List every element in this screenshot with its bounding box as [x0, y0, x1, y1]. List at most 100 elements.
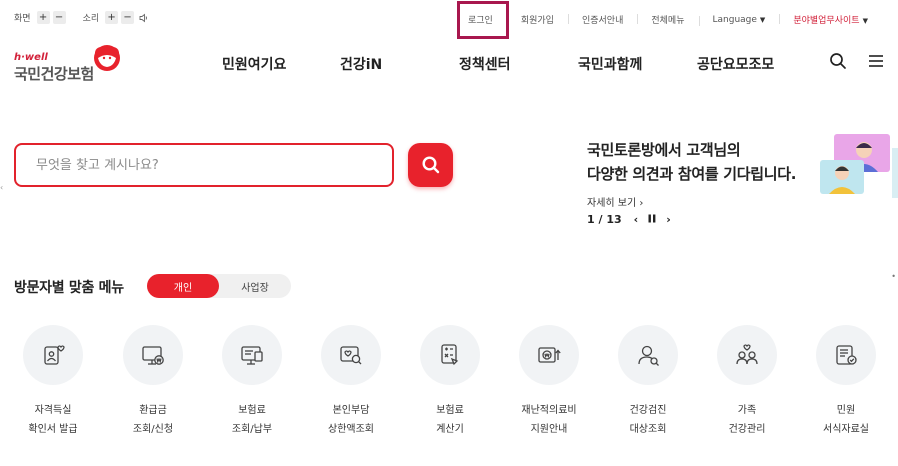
related-sites-dropdown[interactable]: 분야별업무사이트 ▼	[779, 13, 882, 26]
tab-business[interactable]: 사업장	[219, 274, 291, 298]
banner-page-indicator: 1 / 13	[587, 213, 622, 226]
menu-icon-circle	[717, 325, 777, 385]
search-icon	[421, 156, 439, 174]
screen-zoom-out-button[interactable]: −	[52, 11, 66, 24]
sitemap-link[interactable]: 전체메뉴	[637, 13, 698, 26]
form-check-icon	[836, 345, 857, 365]
menu-label-line2: 상한액조회	[328, 424, 374, 435]
certificate-heart-icon	[44, 345, 65, 365]
menu-label-line1: 재난적의료비	[521, 405, 577, 416]
nav-item-with-citizens[interactable]: 국민과함께	[578, 54, 642, 74]
menu-item-catastrophic-medical[interactable]: 재난적의료비 지원안내	[504, 325, 594, 439]
menu-item-premium-calculator[interactable]: 보험료 계산기	[405, 325, 495, 439]
menu-label: 환급금 조회/신청	[133, 401, 173, 439]
menu-icon-circle	[420, 325, 480, 385]
family-heart-icon	[736, 344, 758, 365]
banner-title-line2: 다양한 의견과 참여를 기다립니다.	[587, 165, 797, 183]
menu-label-line2: 계산기	[436, 424, 464, 435]
related-sites-label: 분야별업무사이트	[793, 16, 860, 26]
menu-label: 민원 서식자료실	[823, 401, 869, 439]
signup-link[interactable]: 회원가입	[506, 13, 568, 26]
caret-down-icon: ▼	[759, 15, 766, 24]
tab-individual[interactable]: 개인	[147, 274, 219, 298]
logo-mark-icon	[94, 45, 120, 71]
banner-more-label: 자세히 보기	[587, 198, 637, 209]
banner-more-link[interactable]: 자세히 보기 ›	[587, 194, 643, 209]
menu-label-line2: 대상조회	[629, 424, 667, 435]
language-dropdown[interactable]: Language ▼	[698, 14, 780, 26]
menu-label: 보험료 계산기	[436, 401, 464, 439]
sound-down-button[interactable]: −	[121, 11, 135, 24]
right-edge-marker: •	[891, 272, 896, 281]
banner-pager: 1 / 13 ‹ ›	[587, 213, 681, 226]
screen-zoom-control: 화면 + −	[14, 11, 69, 24]
banner-pause-button[interactable]	[648, 213, 656, 226]
certificate-guide-link[interactable]: 인증서안내	[567, 13, 637, 26]
menu-label-line2: 건강관리	[728, 424, 766, 435]
banner-next-button[interactable]: ›	[666, 213, 671, 226]
menu-item-qualification-certificate[interactable]: 자격득실 확인서 발급	[8, 325, 98, 439]
sound-volume-control: 소리 + −	[83, 11, 151, 24]
language-label: Language	[712, 14, 757, 25]
menu-label-line1: 가족	[737, 405, 757, 416]
search-icon[interactable]	[829, 52, 847, 70]
banner-prev-button[interactable]: ‹	[634, 213, 639, 226]
utility-links: 로그인 회원가입 인증서안내 전체메뉴 Language ▼ 분야별업무사이트 ▼	[448, 13, 892, 26]
menu-item-health-checkup[interactable]: 건강검진 대상조회	[603, 325, 693, 439]
screen-zoom-in-button[interactable]: +	[36, 11, 50, 24]
menu-label: 가족 건강관리	[729, 401, 766, 439]
search-heart-icon	[340, 346, 362, 365]
menu-icon-circle	[23, 325, 83, 385]
nav-item-about[interactable]: 공단요모조모	[697, 54, 774, 74]
menu-label-line2: 조회/신청	[132, 424, 174, 435]
custom-menu-title: 방문자별 맞춤 메뉴	[14, 280, 124, 296]
menu-label-line1: 환급금	[139, 405, 167, 416]
menu-icon-circle	[321, 325, 381, 385]
menu-label-line1: 건강검진	[629, 405, 667, 416]
pause-icon	[648, 214, 656, 223]
monitor-document-icon	[241, 346, 263, 365]
menu-item-premium-payment[interactable]: 보험료 조회/납부	[207, 325, 297, 439]
logo-title: 국민건강보험	[14, 65, 94, 83]
nav-item-minwon[interactable]: 민원여기요	[222, 54, 286, 74]
menu-item-family-health[interactable]: 가족 건강관리	[702, 325, 792, 439]
menu-label: 보험료 조회/납부	[232, 401, 272, 439]
menu-label-line2: 서식자료실	[823, 424, 869, 435]
menu-label-line2: 조회/납부	[231, 424, 273, 435]
menu-label-line1: 본인부담	[332, 405, 370, 416]
nav-item-policy-center[interactable]: 정책센터	[459, 54, 511, 74]
menu-label-line1: 자격득실	[34, 405, 72, 416]
menu-label-line2: 확인서 발급	[28, 424, 78, 435]
sound-label: 소리	[82, 14, 100, 24]
screen-zoom-label: 화면	[14, 14, 31, 24]
menu-item-refund[interactable]: 환급금 조회/신청	[108, 325, 198, 439]
login-highlight-box	[457, 1, 509, 39]
menu-label: 재난적의료비 지원안내	[521, 401, 576, 439]
search-input[interactable]	[14, 143, 394, 187]
menu-label: 본인부담 상한액조회	[328, 401, 374, 439]
sound-up-button[interactable]: +	[105, 11, 119, 24]
search-button[interactable]	[408, 143, 453, 187]
nav-item-health-in[interactable]: 건강iN	[340, 54, 382, 74]
accessibility-controls: 화면 + − 소리 + −	[14, 11, 164, 24]
person-search-icon	[638, 345, 659, 366]
hamburger-menu-icon[interactable]	[867, 52, 885, 70]
menu-icon-circle	[222, 325, 282, 385]
left-edge-marker: ‹	[0, 183, 4, 192]
menu-label: 자격득실 확인서 발급	[28, 401, 77, 439]
banner-title[interactable]: 국민토론방에서 고객님의 다양한 의견과 참여를 기다립니다.	[587, 138, 796, 186]
visitor-type-toggle: 개인 사업장	[147, 274, 291, 298]
calculator-icon	[441, 344, 459, 366]
site-logo[interactable]: h·well 국민건강보험	[14, 44, 129, 84]
menu-label-line1: 보험료	[436, 405, 464, 416]
monitor-won-icon	[142, 346, 164, 365]
menu-item-forms-library[interactable]: 민원 서식자료실	[801, 325, 891, 439]
speaker-icon[interactable]	[137, 11, 150, 24]
chevron-right-icon: ›	[636, 198, 644, 209]
menu-item-copay-limit[interactable]: 본인부담 상한액조회	[306, 325, 396, 439]
banner-title-line1: 국민토론방에서 고객님의	[587, 141, 741, 159]
menu-label: 건강검진 대상조회	[630, 401, 667, 439]
menu-label-line2: 지원안내	[530, 424, 568, 435]
caret-down-icon: ▼	[862, 17, 868, 25]
logo-hwell-text: h·well	[14, 52, 48, 63]
